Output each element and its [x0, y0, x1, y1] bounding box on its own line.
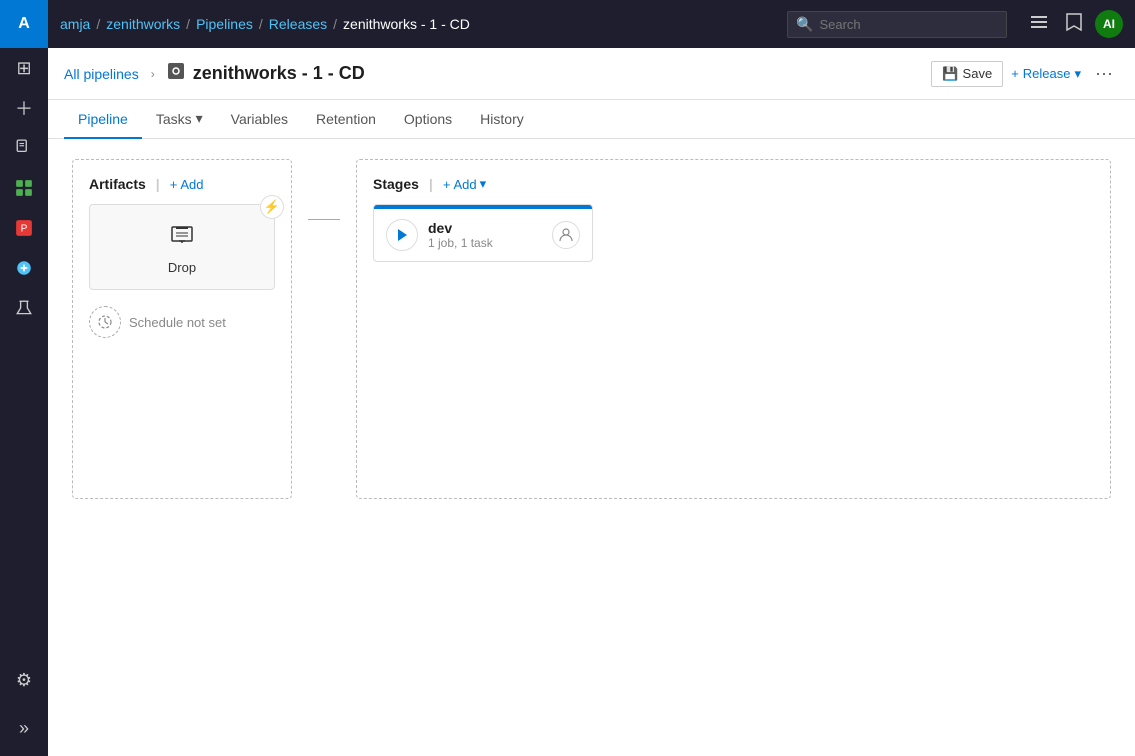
breadcrumb-sep-4: / [333, 16, 337, 32]
stages-add-plus-icon: + [443, 177, 451, 192]
stage-card-body: dev 1 job, 1 task [374, 209, 592, 261]
sidebar-item-repo[interactable] [0, 128, 48, 168]
sidebar-item-pipelines[interactable] [0, 248, 48, 288]
sidebar-item-board[interactable] [0, 168, 48, 208]
stage-approver-button[interactable] [552, 221, 580, 249]
breadcrumb-current: zenithworks - 1 - CD [343, 16, 470, 32]
artifacts-section: Artifacts | + Add ⚡ [72, 159, 292, 499]
stage-info: dev 1 job, 1 task [428, 220, 542, 250]
bookmark-button[interactable] [1061, 8, 1087, 41]
schedule-icon [89, 306, 121, 338]
svg-text:P: P [21, 223, 28, 234]
sidebar-item-home[interactable]: ⊞ [0, 48, 48, 88]
user-avatar[interactable]: AI [1095, 10, 1123, 38]
sidebar-settings[interactable]: ⚙ [0, 660, 48, 700]
tab-history[interactable]: History [466, 101, 538, 139]
stages-header: Stages | + Add ▾ [373, 176, 1094, 192]
tab-options[interactable]: Options [390, 101, 466, 139]
tabs-bar: Pipeline Tasks ▾ Variables Retention Opt… [48, 100, 1135, 139]
stage-dev-card[interactable]: dev 1 job, 1 task [373, 204, 593, 262]
artifact-drop-card[interactable]: ⚡ Drop [89, 204, 275, 290]
tab-tasks[interactable]: Tasks ▾ [142, 100, 217, 139]
sidebar-item-flask[interactable] [0, 288, 48, 328]
save-label: Save [963, 66, 993, 81]
sidebar-item-redcard[interactable]: P [0, 208, 48, 248]
release-plus-icon: + [1011, 66, 1019, 81]
release-chevron-icon: ▾ [1074, 66, 1081, 82]
breadcrumb-releases[interactable]: Releases [269, 16, 327, 32]
sidebar: A ⊞ ＋ P ⚙ » [0, 0, 48, 756]
tab-pipeline[interactable]: Pipeline [64, 101, 142, 139]
schedule-text: Schedule not set [129, 315, 226, 330]
more-options-button[interactable]: ··· [1089, 61, 1119, 86]
artifact-trigger-icon[interactable]: ⚡ [260, 195, 284, 219]
header-actions: 💾 Save + Release ▾ ··· [931, 61, 1119, 87]
stage-trigger-icon [386, 219, 418, 251]
breadcrumb-sep-3: / [259, 16, 263, 32]
stage-name: dev [428, 220, 542, 236]
sidebar-item-add[interactable]: ＋ [0, 88, 48, 128]
release-label: Release [1023, 66, 1071, 81]
main-content: amja / zenithworks / Pipelines / Release… [48, 0, 1135, 756]
artifacts-add-label: Add [180, 177, 203, 192]
tab-tasks-arrow-icon: ▾ [196, 110, 203, 127]
tab-retention[interactable]: Retention [302, 101, 390, 139]
search-box[interactable]: 🔍 [787, 11, 1007, 38]
stages-label: Stages [373, 176, 419, 192]
schedule-row: Schedule not set [89, 302, 275, 342]
breadcrumb: amja / zenithworks / Pipelines / Release… [60, 16, 470, 32]
chevron-right-icon: › [151, 67, 155, 81]
sidebar-logo[interactable]: A [0, 0, 48, 48]
content-area: All pipelines › zenithworks - 1 - CD 💾 S… [48, 48, 1135, 756]
page-header: All pipelines › zenithworks - 1 - CD 💾 S… [48, 48, 1135, 100]
stages-section: Stages | + Add ▾ [356, 159, 1111, 499]
topbar: amja / zenithworks / Pipelines / Release… [48, 0, 1135, 48]
topbar-actions: AI [1025, 8, 1123, 41]
search-icon: 🔍 [796, 16, 813, 33]
breadcrumb-sep-2: / [186, 16, 190, 32]
stages-add-button[interactable]: + Add ▾ [443, 176, 486, 192]
tab-variables[interactable]: Variables [217, 101, 302, 139]
pipeline-icon [167, 62, 185, 85]
artifact-build-icon [168, 219, 196, 254]
tab-tasks-label: Tasks [156, 111, 192, 127]
breadcrumb-zenithworks[interactable]: zenithworks [106, 16, 180, 32]
artifacts-header: Artifacts | + Add [89, 176, 275, 192]
artifacts-add-button[interactable]: + Add [170, 177, 204, 192]
breadcrumb-sep-1: / [96, 16, 100, 32]
stages-add-arrow-icon: ▾ [480, 176, 487, 192]
release-button[interactable]: + Release ▾ [1011, 66, 1081, 82]
all-pipelines-link[interactable]: All pipelines [64, 66, 139, 82]
list-view-button[interactable] [1025, 8, 1053, 41]
stages-add-label: Add [453, 177, 476, 192]
breadcrumb-pipelines[interactable]: Pipelines [196, 16, 253, 32]
save-icon: 💾 [942, 66, 958, 82]
artifacts-add-plus-icon: + [170, 177, 178, 192]
page-title: zenithworks - 1 - CD [193, 63, 365, 84]
sidebar-expand[interactable]: » [0, 708, 48, 748]
logo-text: A [18, 15, 30, 33]
artifacts-label: Artifacts [89, 176, 146, 192]
search-input[interactable] [819, 17, 998, 32]
breadcrumb-amja[interactable]: amja [60, 16, 90, 32]
artifact-name: Drop [168, 260, 196, 275]
pipeline-canvas: Artifacts | + Add ⚡ [48, 139, 1135, 756]
save-button[interactable]: 💾 Save [931, 61, 1003, 87]
stage-subtitle: 1 job, 1 task [428, 236, 542, 250]
connector-line [308, 219, 340, 220]
